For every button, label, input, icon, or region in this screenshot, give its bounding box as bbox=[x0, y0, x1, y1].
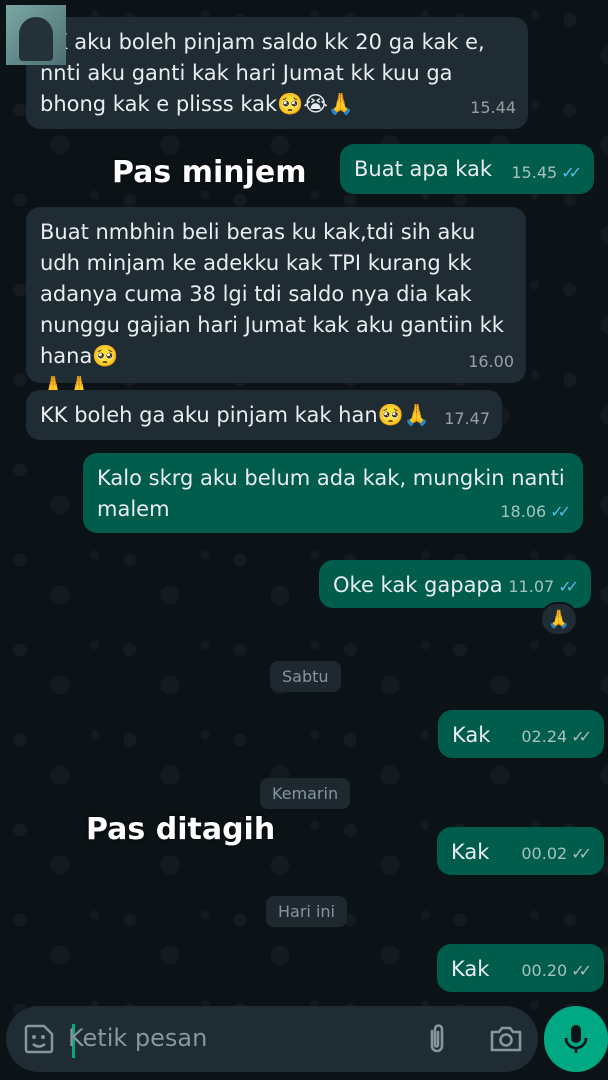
double-check-grey-icon: ✓✓ bbox=[571, 844, 592, 863]
message-meta: 15.44 bbox=[470, 92, 516, 123]
message-text: Kak bbox=[451, 957, 490, 981]
double-check-grey-icon: ✓✓ bbox=[571, 727, 592, 746]
message-text: Oke kak gapapa bbox=[333, 573, 503, 597]
contact-avatar[interactable] bbox=[6, 5, 66, 65]
date-separator: Sabtu bbox=[270, 661, 341, 692]
double-check-blue-icon: ✓✓ bbox=[550, 502, 571, 521]
outgoing-message[interactable]: Kak 00.02 ✓✓ bbox=[437, 827, 604, 875]
message-meta: 02.24 ✓✓ bbox=[521, 721, 592, 752]
microphone-icon[interactable] bbox=[544, 1006, 608, 1072]
message-time: 15.44 bbox=[470, 98, 516, 117]
message-meta: 17.47 bbox=[444, 403, 490, 434]
message-meta: 00.02 ✓✓ bbox=[521, 838, 592, 869]
outgoing-message[interactable]: Kak 00.20 ✓✓ bbox=[437, 944, 604, 992]
message-meta: 16.00 bbox=[468, 346, 514, 377]
message-text: KK aku boleh pinjam saldo kk 20 ga kak e… bbox=[40, 30, 492, 116]
message-meta: 15.45 ✓✓ bbox=[511, 157, 582, 188]
date-separator: Kemarin bbox=[260, 778, 351, 809]
incoming-message[interactable]: KK boleh ga aku pinjam kak han🥺🙏 17.47 bbox=[26, 390, 502, 440]
message-meta: 18.06 ✓✓ bbox=[500, 496, 571, 527]
outgoing-message[interactable]: Buat apa kak 15.45 ✓✓ bbox=[340, 144, 594, 194]
annotation-borrow: Pas minjem bbox=[112, 155, 307, 190]
message-text: Kak bbox=[451, 840, 490, 864]
message-time: 17.47 bbox=[444, 409, 490, 428]
message-text: KK boleh ga aku pinjam kak han🥺🙏 bbox=[40, 403, 430, 427]
camera-icon[interactable] bbox=[488, 1022, 524, 1056]
message-time: 18.06 bbox=[500, 502, 547, 521]
outgoing-message[interactable]: Kak 02.24 ✓✓ bbox=[438, 710, 604, 758]
avatar-figure bbox=[19, 17, 53, 61]
message-input[interactable]: Ketik pesan bbox=[68, 1024, 207, 1052]
message-time: 00.02 bbox=[521, 844, 568, 863]
date-separator: Hari ini bbox=[266, 896, 347, 927]
message-time: 15.45 bbox=[511, 163, 558, 182]
message-time: 11.07 bbox=[508, 577, 555, 596]
message-time: 16.00 bbox=[468, 352, 514, 371]
double-check-grey-icon: ✓✓ bbox=[571, 961, 592, 980]
outgoing-message[interactable]: Kalo skrg aku belum ada kak, mungkin nan… bbox=[83, 453, 583, 533]
message-reaction[interactable]: 🙏 bbox=[540, 602, 578, 636]
message-composer[interactable]: Ketik pesan bbox=[6, 1006, 538, 1072]
paperclip-icon[interactable] bbox=[420, 1022, 454, 1056]
message-text: Kak bbox=[452, 723, 491, 747]
message-time: 02.24 bbox=[521, 727, 568, 746]
message-time: 00.20 bbox=[521, 961, 568, 980]
incoming-message[interactable]: KK aku boleh pinjam saldo kk 20 ga kak e… bbox=[26, 17, 528, 129]
message-meta: 11.07 ✓✓ bbox=[508, 571, 579, 602]
double-check-blue-icon: ✓✓ bbox=[558, 577, 579, 596]
sticker-icon[interactable] bbox=[22, 1022, 56, 1056]
incoming-message[interactable]: Buat nmbhin beli beras ku kak,tdi sih ak… bbox=[26, 207, 526, 399]
message-text: Buat apa kak bbox=[354, 157, 493, 181]
double-check-blue-icon: ✓✓ bbox=[561, 163, 582, 182]
annotation-collect: Pas ditagih bbox=[86, 812, 276, 847]
message-text: Buat nmbhin beli beras ku kak,tdi sih ak… bbox=[40, 220, 504, 399]
message-meta: 00.20 ✓✓ bbox=[521, 955, 592, 986]
outgoing-message[interactable]: Oke kak gapapa 11.07 ✓✓ bbox=[319, 560, 591, 608]
